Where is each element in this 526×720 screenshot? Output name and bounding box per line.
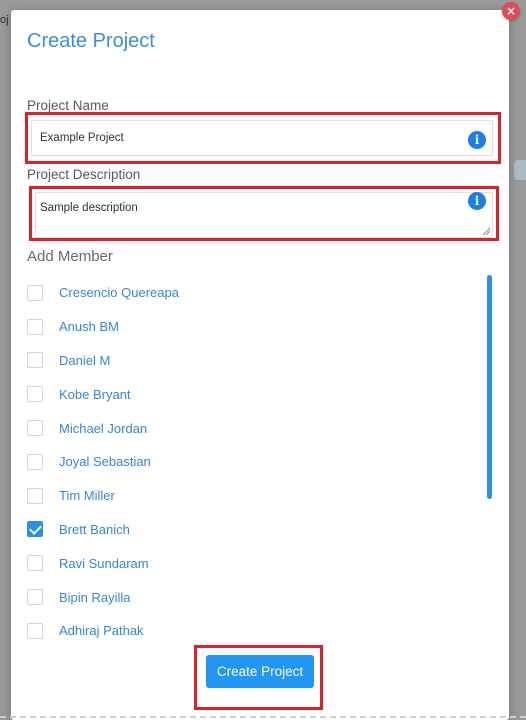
member-checkbox[interactable] [27,622,43,639]
member-item[interactable]: Joyal Sebastian [27,445,467,479]
project-name-input[interactable]: Example Project [31,120,493,156]
add-member-label: Add Member [27,248,113,265]
member-item[interactable]: Anush BM [27,310,467,344]
member-name: Brett Banich [59,521,130,537]
info-icon[interactable]: i [468,131,486,149]
member-item[interactable]: Brett Banich [27,513,467,547]
member-checkbox[interactable] [27,318,43,335]
member-name: Anush BM [59,319,119,335]
member-item[interactable]: Bipin Rayilla [27,580,467,614]
member-name: Cresencio Quereapa [59,285,179,301]
member-checkbox[interactable] [27,453,43,470]
member-name: Ravi Sundaram [59,555,149,571]
member-checkbox[interactable] [27,555,43,572]
member-item[interactable]: Daniel M [27,344,467,378]
member-list-scrollbar[interactable] [487,275,492,499]
backdrop-element [514,160,526,180]
member-item[interactable]: Tim Miller [27,479,467,513]
member-checkbox[interactable] [27,521,43,538]
member-list: Cresencio Quereapa Anush BM Daniel M Kobe B… [27,276,467,648]
member-name: Joyal Sebastian [59,454,151,470]
create-project-button[interactable]: Create Project [206,655,314,688]
member-item[interactable]: Cresencio Quereapa [27,276,467,310]
project-name-label: Project Name [27,98,109,113]
member-name: Adhiraj Pathak [59,623,144,639]
divider [0,716,526,718]
project-description-value: Sample description [40,202,138,214]
create-project-modal: Create Project Project Name Example Proj… [11,10,509,720]
member-checkbox[interactable] [27,420,43,437]
member-item[interactable]: Ravi Sundaram [27,546,467,580]
member-name: Daniel M [59,352,111,368]
member-item[interactable]: Kobe Bryant [27,377,467,411]
member-name: Kobe Bryant [59,386,131,402]
info-icon[interactable]: i [468,192,486,210]
member-checkbox[interactable] [27,589,43,606]
member-item[interactable]: Michael Jordan [27,411,467,445]
close-icon[interactable]: × [502,2,520,20]
resize-grip-icon[interactable] [482,227,490,235]
member-item[interactable]: Adhiraj Pathak [27,614,467,648]
project-description-input[interactable]: Sample description [35,192,493,238]
member-name: Tim Miller [59,488,115,504]
project-name-value: Example Project [40,132,124,144]
member-checkbox[interactable] [27,284,43,301]
member-checkbox[interactable] [27,386,43,403]
member-checkbox[interactable] [27,487,43,504]
modal-title: Create Project [27,30,155,52]
project-description-label: Project Description [27,167,141,182]
member-checkbox[interactable] [27,352,43,369]
member-name: Bipin Rayilla [59,589,131,605]
member-name: Michael Jordan [59,420,148,436]
